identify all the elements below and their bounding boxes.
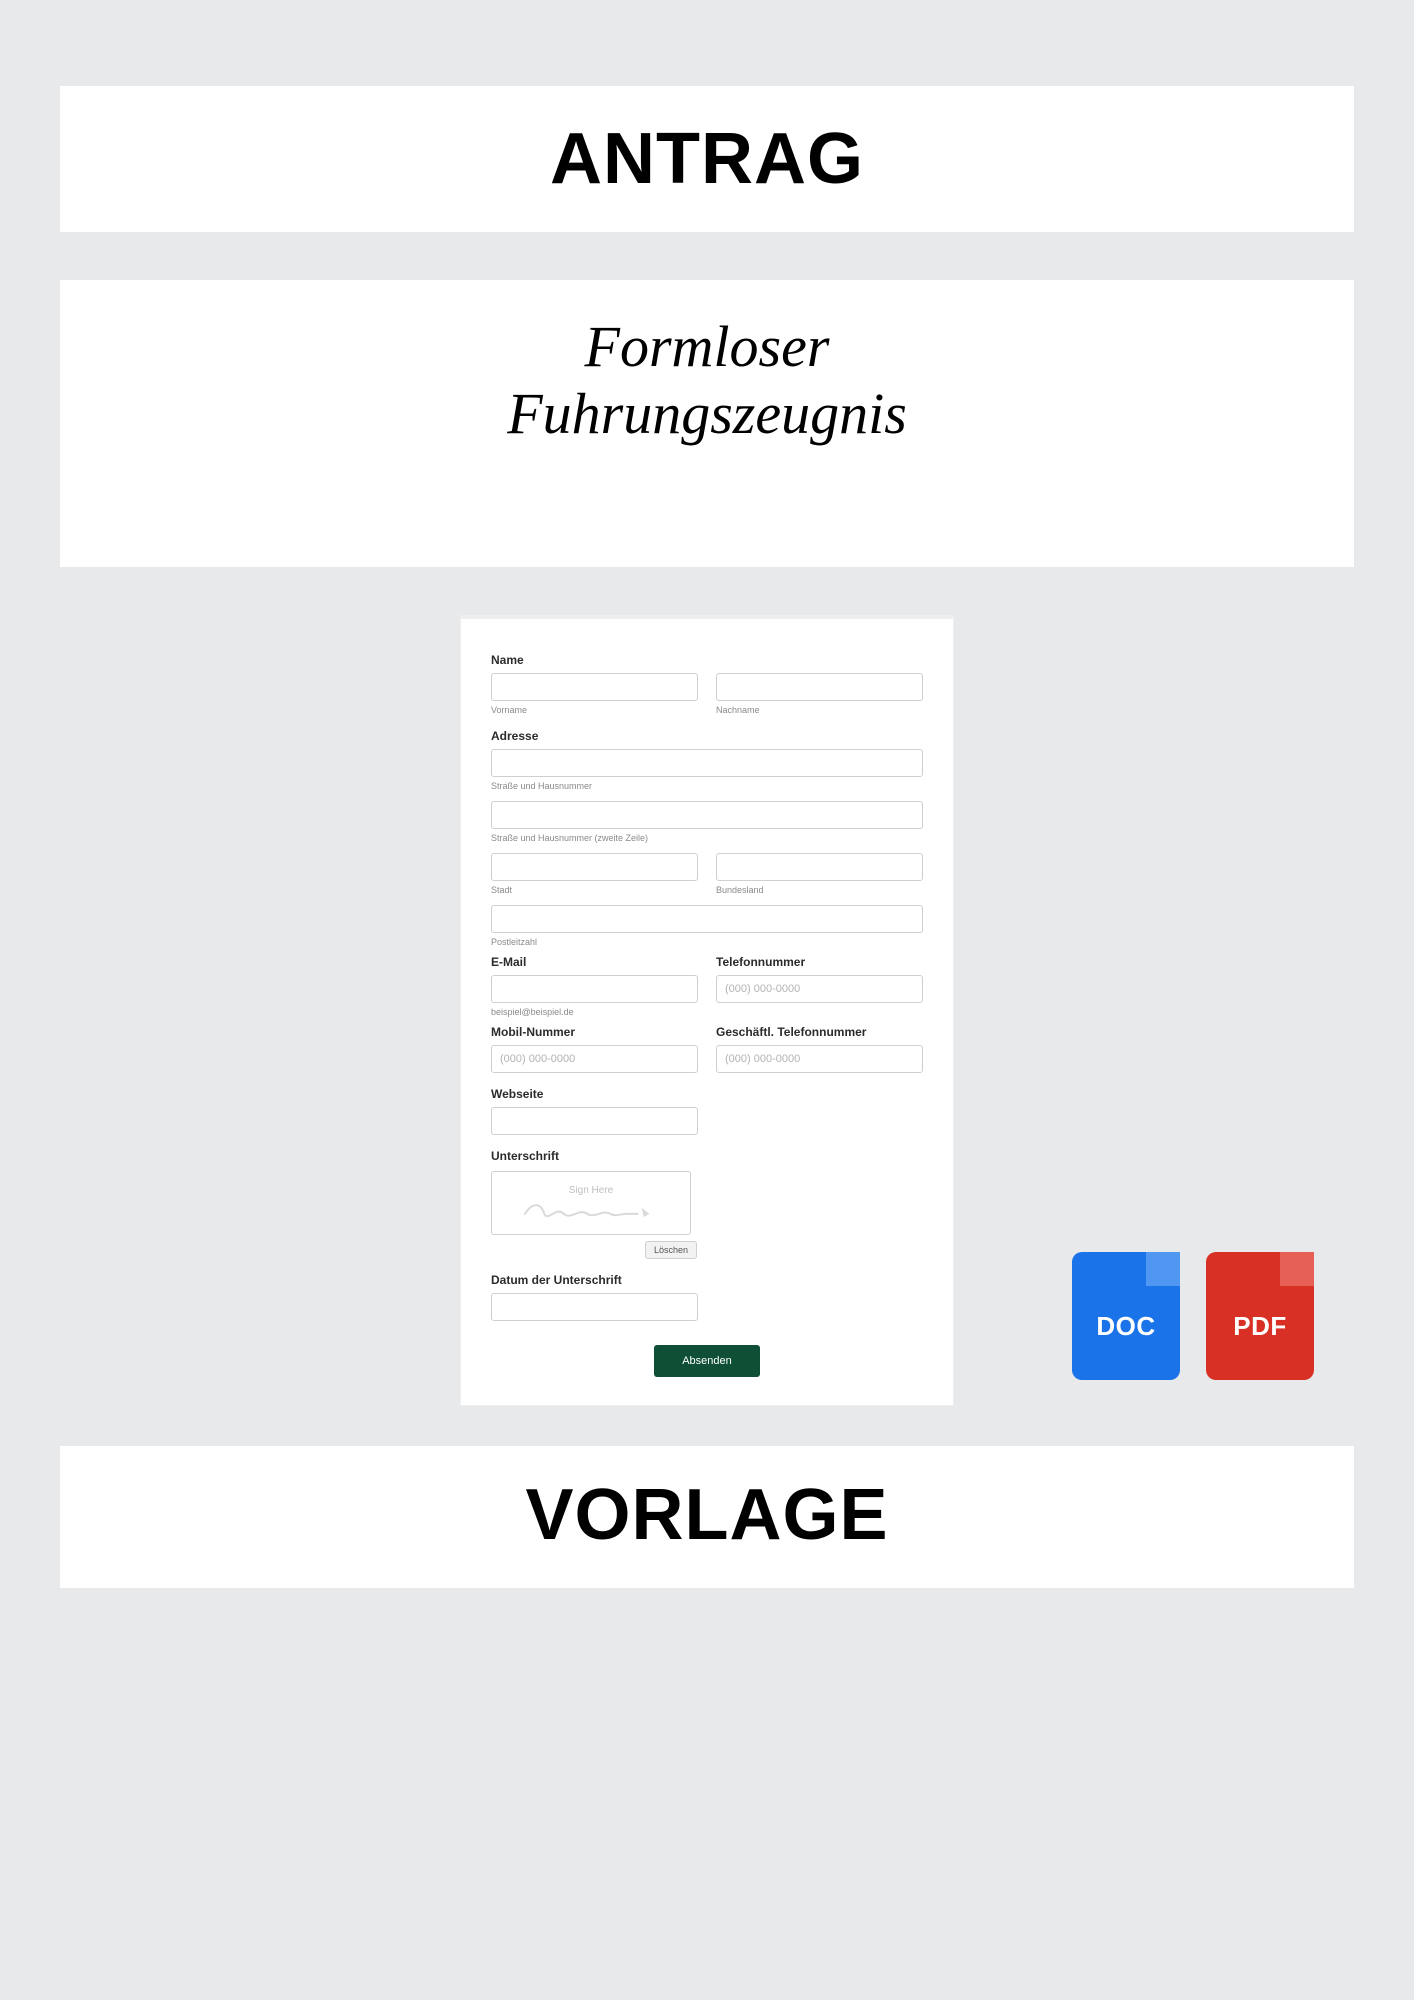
phone-input[interactable] xyxy=(716,975,923,1003)
address-label: Adresse xyxy=(491,729,923,743)
phone-label: Telefonnummer xyxy=(716,955,923,969)
subtitle-panel: Formloser Fuhrungszeugnis xyxy=(60,280,1354,567)
zip-sublabel: Postleitzahl xyxy=(491,937,923,947)
doc-label: DOC xyxy=(1096,1311,1155,1342)
street-sublabel: Straße und Hausnummer xyxy=(491,781,923,791)
email-sublabel: beispiel@beispiel.de xyxy=(491,1007,698,1017)
file-icons-group: DOC PDF xyxy=(1072,1252,1314,1380)
sign-here-text: Sign Here xyxy=(569,1185,613,1196)
lastname-sublabel: Nachname xyxy=(716,705,923,715)
firstname-input[interactable] xyxy=(491,673,698,701)
zip-input[interactable] xyxy=(491,905,923,933)
street2-input[interactable] xyxy=(491,801,923,829)
workphone-input[interactable] xyxy=(716,1045,923,1073)
pdf-label: PDF xyxy=(1233,1311,1287,1342)
pdf-file-icon[interactable]: PDF xyxy=(1206,1252,1314,1380)
signature-squiggle-icon xyxy=(521,1198,661,1222)
state-input[interactable] xyxy=(716,853,923,881)
mobile-input[interactable] xyxy=(491,1045,698,1073)
state-sublabel: Bundesland xyxy=(716,885,923,895)
footer-title: VORLAGE xyxy=(60,1474,1354,1556)
name-label: Name xyxy=(491,653,923,667)
subtitle-line1: Formloser xyxy=(585,314,830,379)
website-label: Webseite xyxy=(491,1087,923,1101)
sigdate-label: Datum der Unterschrift xyxy=(491,1273,923,1287)
page-title: ANTRAG xyxy=(60,86,1354,232)
city-sublabel: Stadt xyxy=(491,885,698,895)
subtitle-line2: Fuhrungszeugnis xyxy=(507,381,907,446)
lastname-input[interactable] xyxy=(716,673,923,701)
submit-button[interactable]: Absenden xyxy=(654,1345,760,1377)
signature-pad[interactable]: Sign Here xyxy=(491,1171,691,1235)
city-input[interactable] xyxy=(491,853,698,881)
mobile-label: Mobil-Nummer xyxy=(491,1025,698,1039)
signature-label: Unterschrift xyxy=(491,1149,923,1163)
header-panel: ANTRAG xyxy=(60,86,1354,232)
email-input[interactable] xyxy=(491,975,698,1003)
street2-sublabel: Straße und Hausnummer (zweite Zeile) xyxy=(491,833,923,843)
sigdate-input[interactable] xyxy=(491,1293,698,1321)
footer-panel: VORLAGE xyxy=(60,1446,1354,1588)
subtitle-text: Formloser Fuhrungszeugnis xyxy=(60,280,1354,567)
email-label: E-Mail xyxy=(491,955,698,969)
doc-file-icon[interactable]: DOC xyxy=(1072,1252,1180,1380)
form-container: Name Vorname Nachname Adresse Straße und… xyxy=(460,615,954,1406)
street-input[interactable] xyxy=(491,749,923,777)
website-input[interactable] xyxy=(491,1107,698,1135)
firstname-sublabel: Vorname xyxy=(491,705,698,715)
workphone-label: Geschäftl. Telefonnummer xyxy=(716,1025,923,1039)
clear-signature-button[interactable]: Löschen xyxy=(645,1241,697,1259)
